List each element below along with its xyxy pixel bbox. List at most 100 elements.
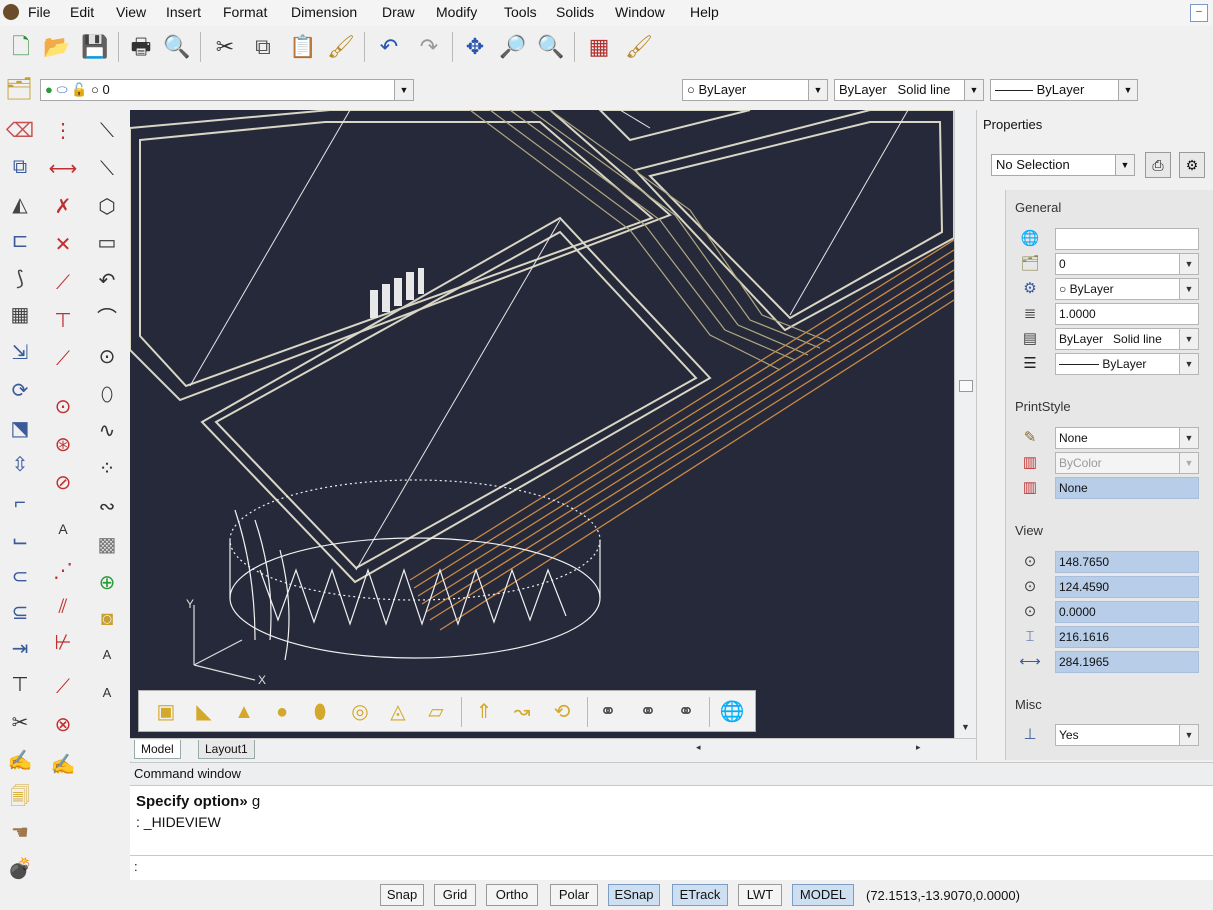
trim-icon[interactable]: ⌐ [5,488,35,518]
continue-dimension-icon[interactable]: ⟋ [48,344,78,374]
chevron-down-icon[interactable]: ▼ [1179,428,1198,448]
ellipse-icon[interactable]: ⬯ [92,380,122,410]
hand-icon[interactable]: ☚ [5,818,35,848]
radius-dimension-icon[interactable]: ⊙ [48,392,78,422]
box-icon[interactable]: ▣ [151,697,181,727]
tolerance-icon[interactable]: ⫽ [48,592,78,622]
scroll-down-icon[interactable]: ▼ [961,722,970,732]
match-properties-icon[interactable]: 🖌 [326,32,356,62]
general-lineweight-field[interactable]: ByLayer Solid line ▼ [1055,328,1199,350]
chamfer-icon[interactable]: ⊤ [5,670,35,700]
hatch-icon[interactable]: ▩ [92,530,122,560]
array-icon[interactable]: ▦ [5,300,35,330]
tab-model[interactable]: Model [134,740,181,759]
chevron-down-icon[interactable]: ▼ [394,80,413,100]
undo-icon[interactable]: ↶ [374,32,404,62]
move-icon[interactable]: ⇲ [5,338,35,368]
command-input[interactable]: : [130,855,1213,880]
menu-help[interactable]: Help [690,4,719,20]
pyramid-icon[interactable]: ◬ [383,697,413,727]
minimize-button[interactable]: – [1190,4,1208,22]
linear-dimension-icon[interactable]: ⋮ [48,116,78,146]
menu-draw[interactable]: Draw [382,4,415,20]
linetype-combo[interactable]: ByLayer Solid line ▼ [834,79,984,101]
menu-view[interactable]: View [116,4,146,20]
view-width-field[interactable]: 284.1965 [1055,651,1199,673]
center-mark-icon[interactable]: ⊘ [48,468,78,498]
ordinate-dimension-icon[interactable]: ⟋ [48,268,78,298]
printstyle-table-field[interactable]: None [1055,477,1199,499]
extrude-icon[interactable]: ⇑ [469,697,499,727]
menu-modify[interactable]: Modify [436,4,477,20]
select-objects-icon[interactable]: ⚙ [1179,152,1205,178]
polyline-icon[interactable]: ⟍ [92,154,122,184]
leader-icon[interactable]: ⋰ [48,556,78,586]
general-layer-field[interactable]: 0 ▼ [1055,253,1199,275]
cone-icon[interactable]: ▲ [229,697,259,727]
print-icon[interactable]: 🖶 [126,32,156,62]
printstyle-style-field[interactable]: None ▼ [1055,427,1199,449]
open-folder-icon[interactable]: 📂 [42,32,72,62]
layer-copy-icon[interactable]: 🗐 [5,782,35,812]
zoom-previous-icon[interactable]: 🔍 [536,32,566,62]
scroll-left-icon[interactable]: ◂ [696,742,701,753]
dimension-text-icon[interactable]: A [48,514,78,544]
view-height-field[interactable]: 216.1616 [1055,626,1199,648]
text-icon[interactable]: A [92,678,122,708]
wedge-icon[interactable]: ◣ [189,697,219,727]
revcloud-icon[interactable]: ∾ [92,492,122,522]
tab-layout1[interactable]: Layout1 [198,740,255,759]
baseline-dimension-icon[interactable]: ⊤ [48,306,78,336]
arc-3point-icon[interactable]: ⌒ [92,304,122,334]
lwt-button[interactable]: LWT [738,884,782,906]
scale-icon[interactable]: ⬔ [5,414,35,444]
edit-properties-icon[interactable]: ✍ [5,746,35,776]
fillet-icon[interactable]: ⊆ [5,598,35,628]
pan-icon[interactable]: ✥ [460,32,490,62]
aligned-dimension-icon[interactable]: ⟷ [48,154,78,184]
cylinder-icon[interactable]: ⬮ [305,697,335,727]
save-icon[interactable]: 💾 [80,32,110,62]
subtract-icon[interactable]: ⚭ [633,697,663,727]
dimension-style-icon[interactable]: ✍ [48,750,78,780]
grid-button[interactable]: Grid [434,884,476,906]
chevron-down-icon[interactable]: ▼ [1179,254,1198,274]
scroll-right-icon[interactable]: ▸ [916,742,921,753]
mtext-icon[interactable]: A [92,640,122,670]
menu-tools[interactable]: Tools [504,4,537,20]
general-scale-field[interactable]: 1.0000 [1055,303,1199,325]
ortho-button[interactable]: Ortho [486,884,538,906]
selection-combo[interactable]: No Selection ▼ [991,154,1135,176]
color-combo[interactable]: ○ ByLayer ▼ [682,79,828,101]
vertical-scrollbar[interactable]: ▼ [954,110,977,738]
snap-button[interactable]: Snap [380,884,424,906]
dimension-update-icon[interactable]: ⊗ [48,710,78,740]
menu-file[interactable]: File [28,4,51,20]
planar-surface-icon[interactable]: ▱ [421,697,451,727]
layer-manager-icon[interactable]: 🗂 [4,74,34,104]
text-style-icon[interactable]: ▦ [584,32,614,62]
polar-button[interactable]: Polar [550,884,598,906]
quick-select-icon[interactable]: ⎙ [1145,152,1171,178]
insert-block-icon[interactable]: ⊕ [92,568,122,598]
chevron-down-icon[interactable]: ▼ [1179,354,1198,374]
oblique-icon[interactable]: ⟋ [48,672,78,702]
lineweight-combo[interactable]: ByLayer ▼ [990,79,1138,101]
sweep-icon[interactable]: ↝ [507,697,537,727]
view-center-z-field[interactable]: 0.0000 [1055,601,1199,623]
chevron-down-icon[interactable]: ▼ [1179,279,1198,299]
intersect-icon[interactable]: ⚭ [671,697,701,727]
rotate-icon[interactable]: ⟳ [5,376,35,406]
general-color-field[interactable] [1055,228,1199,250]
circle-icon[interactable]: ⊙ [92,342,122,372]
menu-solids[interactable]: Solids [556,4,594,20]
region-icon[interactable]: ◙ [92,604,122,634]
union-icon[interactable]: ⚭ [593,697,623,727]
line-icon[interactable]: ⟍ [92,116,122,146]
esnap-button[interactable]: ESnap [608,884,660,906]
chevron-down-icon[interactable]: ▼ [1179,329,1198,349]
polygon-icon[interactable]: ⬡ [92,192,122,222]
menu-dimension[interactable]: Dimension [291,4,357,20]
cut-icon[interactable]: ✂ [210,32,240,62]
drawing-viewport[interactable]: Y X [130,110,954,738]
